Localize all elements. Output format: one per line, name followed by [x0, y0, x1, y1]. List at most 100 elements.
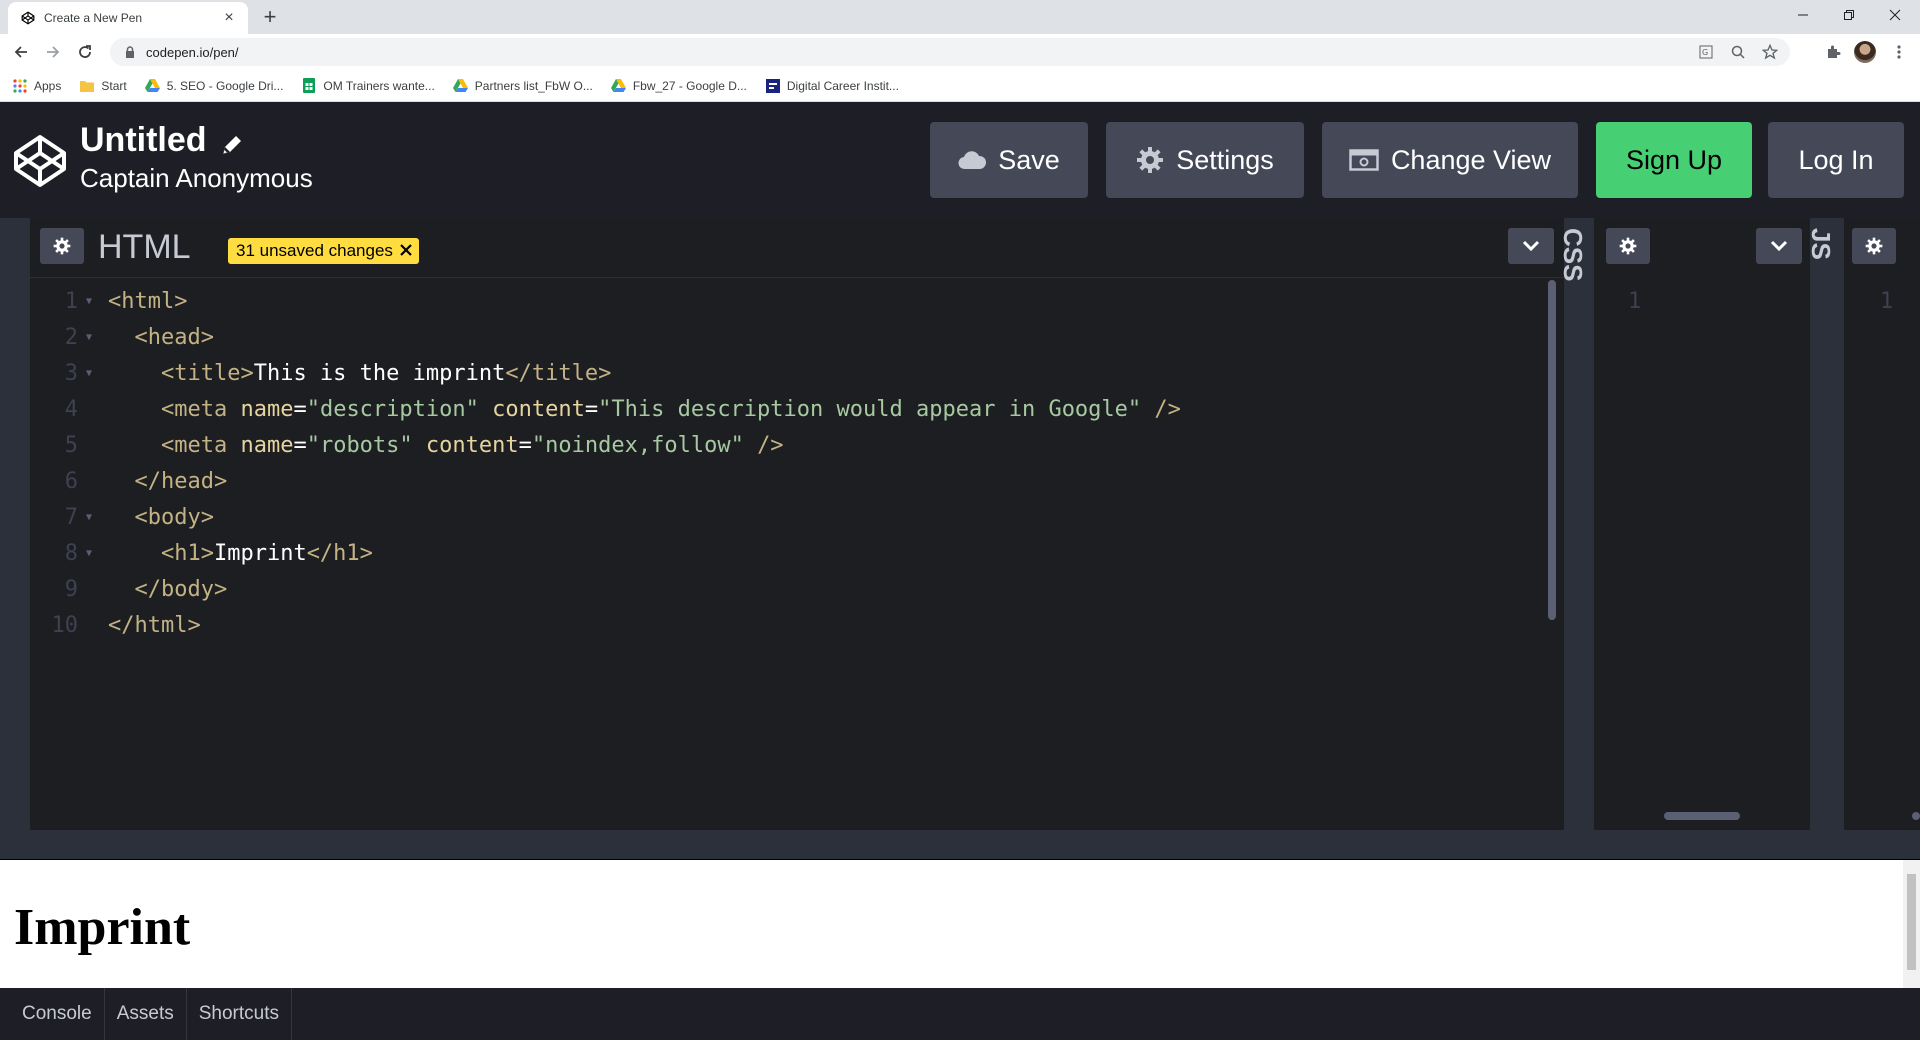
bookmark-partners-list[interactable]: Partners list_FbW O... — [453, 78, 593, 94]
code-line: 3 ▼ <title>This is the imprint</title> — [64, 361, 612, 386]
google-drive-icon — [453, 78, 469, 94]
extensions-puzzle-icon[interactable] — [1820, 39, 1846, 65]
css-line-number: 1 — [1628, 289, 1642, 314]
unsaved-changes-badge[interactable]: 31 unsaved changes — [228, 238, 419, 264]
sheets-icon — [301, 78, 317, 94]
bookmark-apps[interactable]: Apps — [12, 78, 61, 94]
code-line: 6 </head> — [64, 469, 228, 494]
code-line: 9 </body> — [64, 577, 228, 602]
bookmark-fbw27[interactable]: Fbw_27 - Google D... — [611, 78, 747, 94]
bookmark-label: Fbw_27 - Google D... — [632, 78, 747, 93]
layout-view-icon — [1349, 149, 1379, 171]
browser-menu-icon[interactable] — [1886, 39, 1912, 65]
js-line-number: 1 — [1880, 289, 1894, 314]
code-line: 7 ▼ <body> — [64, 505, 214, 530]
css-collapsed-tab[interactable]: CSS — [1558, 218, 1594, 830]
bookmark-label: OM Trainers wante... — [323, 78, 435, 93]
zoom-icon[interactable] — [1728, 42, 1748, 62]
pen-title-text[interactable]: Untitled — [80, 121, 207, 160]
browser-toolbar: codepen.io/pen/ G — [0, 34, 1920, 70]
html-vertical-scrollbar[interactable] — [1548, 280, 1556, 620]
close-x-icon[interactable] — [399, 240, 413, 263]
bottom-bar: Console Assets Shortcuts — [0, 988, 1920, 1040]
codepen-logo-icon[interactable] — [12, 133, 70, 191]
shortcuts-button[interactable]: Shortcuts — [187, 988, 293, 1040]
bookmark-star-icon[interactable] — [1760, 42, 1780, 62]
lock-icon — [122, 44, 138, 60]
html-settings-gear-icon[interactable] — [40, 228, 84, 264]
preview-heading: Imprint — [14, 899, 191, 956]
html-pane-title: HTML — [98, 228, 191, 266]
pen-author: Captain Anonymous — [80, 163, 313, 193]
bookmark-label: 5. SEO - Google Dri... — [166, 78, 284, 93]
edit-pencil-icon[interactable] — [219, 128, 245, 154]
css-tab-label: CSS — [1558, 228, 1588, 282]
sign-up-button[interactable]: Sign Up — [1596, 122, 1752, 198]
log-in-button[interactable]: Log In — [1768, 122, 1904, 198]
browser-tab[interactable]: Create a New Pen × — [8, 2, 248, 34]
site-icon — [765, 78, 781, 94]
svg-text:G: G — [1702, 48, 1708, 57]
cloud-icon — [958, 150, 987, 170]
bookmark-om-trainers[interactable]: OM Trainers wante... — [301, 78, 435, 94]
codepen-favicon-icon — [20, 10, 36, 26]
change-view-label: Change View — [1390, 144, 1552, 175]
profile-avatar[interactable] — [1852, 39, 1878, 65]
js-horizontal-scrollbar[interactable] — [1912, 812, 1920, 820]
preview-resize-handle[interactable] — [0, 830, 1920, 860]
bookmarks-bar: Apps Start 5. SEO - Google Dri... OM Tra… — [0, 70, 1920, 102]
restore-icon[interactable] — [1826, 0, 1872, 30]
change-view-button[interactable]: Change View — [1322, 122, 1578, 198]
code-line: 10 </html> — [51, 613, 201, 638]
translate-icon[interactable]: G — [1696, 42, 1716, 62]
bookmark-label: Digital Career Instit... — [786, 78, 899, 93]
pen-title: Untitled — [80, 121, 245, 160]
settings-button[interactable]: Settings — [1106, 122, 1304, 198]
css-settings-gear-icon[interactable] — [1606, 228, 1650, 264]
html-editor-pane: HTML 31 unsaved changes 1 ▼ <html> 2 ▼ <hea… — [30, 218, 1564, 830]
bookmark-label: Start — [101, 78, 127, 93]
js-settings-gear-icon[interactable] — [1852, 228, 1896, 264]
bookmark-start[interactable]: Start — [79, 78, 127, 94]
console-button[interactable]: Console — [0, 988, 105, 1040]
bookmark-label: Apps — [34, 78, 62, 93]
css-chevron-down-icon[interactable] — [1756, 228, 1802, 264]
minimize-icon[interactable] — [1780, 0, 1826, 30]
folder-icon — [79, 78, 95, 94]
close-window-icon[interactable] — [1872, 0, 1918, 30]
new-tab-button[interactable]: + — [258, 4, 282, 30]
apps-grid-icon — [12, 78, 28, 94]
html-code-editor[interactable]: 1 ▼ <html> 2 ▼ <head> 3 ▼ <title>This is the… — [30, 284, 1540, 824]
unsaved-changes-text: 31 unsaved changes — [236, 241, 393, 260]
code-line: 5 <meta name="robots" content="noindex,f… — [64, 433, 784, 458]
forward-arrow-icon[interactable] — [40, 39, 66, 65]
save-button[interactable]: Save — [930, 122, 1088, 198]
reload-icon[interactable] — [72, 39, 98, 65]
google-drive-icon — [145, 78, 161, 94]
assets-button[interactable]: Assets — [105, 988, 187, 1040]
code-line: 2 ▼ <head> — [64, 325, 214, 350]
bookmark-digital-career[interactable]: Digital Career Instit... — [765, 78, 899, 94]
tab-close-icon[interactable]: × — [220, 9, 238, 27]
css-horizontal-scrollbar[interactable] — [1664, 812, 1740, 820]
codepen-header: Untitled Captain Anonymous Save Settings… — [0, 103, 1920, 218]
preview-scrollbar[interactable] — [1903, 860, 1920, 988]
editor-area: HTML 31 unsaved changes 1 ▼ <html> 2 ▼ <hea… — [0, 218, 1920, 830]
code-line: 4 <meta name="description" content="This… — [64, 397, 1181, 422]
css-editor-pane[interactable]: 1 — [1594, 218, 1810, 830]
settings-label: Settings — [1176, 144, 1274, 175]
bookmark-seo-drive[interactable]: 5. SEO - Google Dri... — [145, 78, 284, 94]
js-editor-pane[interactable]: 1 — [1844, 218, 1920, 830]
js-collapsed-tab[interactable]: JS — [1806, 218, 1844, 830]
editor-left-gutter — [0, 218, 30, 830]
code-line: 8 ▼ <h1>Imprint</h1> — [64, 541, 373, 566]
html-pane-header: HTML 31 unsaved changes — [30, 218, 1564, 278]
address-bar[interactable]: codepen.io/pen/ G — [110, 38, 1790, 66]
bookmark-label: Partners list_FbW O... — [474, 78, 593, 93]
browser-tab-strip: Create a New Pen × + — [0, 0, 1920, 34]
google-drive-icon — [611, 78, 627, 94]
save-label: Save — [998, 144, 1060, 175]
code-line: 1 ▼ <html> — [64, 289, 188, 314]
html-chevron-down-icon[interactable] — [1508, 228, 1554, 264]
back-arrow-icon[interactable] — [8, 39, 34, 65]
